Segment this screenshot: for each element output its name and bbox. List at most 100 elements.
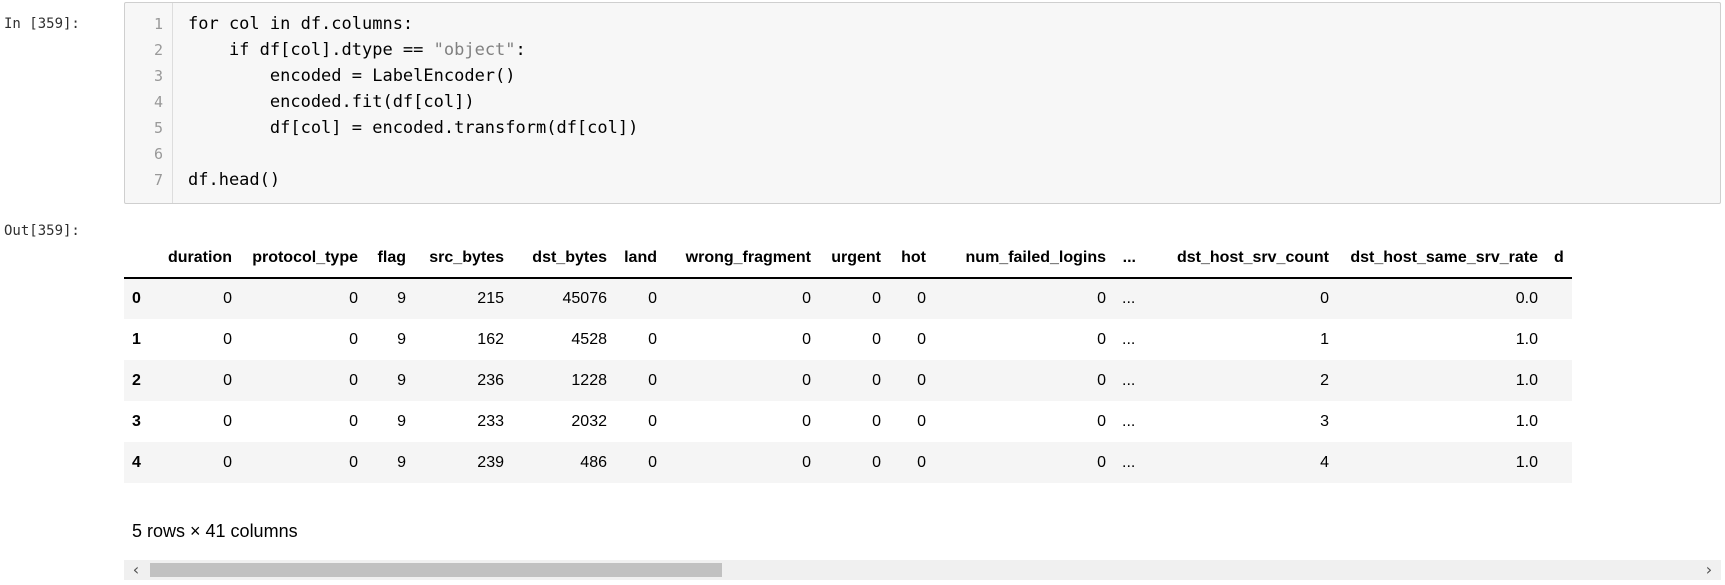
scrollbar-thumb[interactable] — [150, 563, 722, 577]
column-header: num_failed_logins — [934, 238, 1114, 279]
table-cell: 0 — [917, 290, 926, 307]
table-cell — [1546, 319, 1572, 360]
table-cell: 2 — [1320, 371, 1329, 389]
column-header — [124, 238, 154, 279]
table-cell: 0 — [648, 371, 657, 389]
table-cell: 0 — [349, 290, 358, 307]
code-line: encoded = LabelEncoder() — [188, 66, 516, 86]
table-cell: 2032 — [571, 412, 607, 430]
code-cell-input[interactable]: 1 2 3 4 5 6 7 for col in df.columns: if … — [124, 2, 1721, 204]
code-line: df.head() — [188, 170, 281, 190]
table-cell: 4 — [1320, 453, 1329, 471]
table-cell: 0 — [917, 371, 926, 389]
table-cell: 1228 — [571, 371, 607, 389]
table-cell: 9 — [397, 412, 406, 430]
line-number: 6 — [153, 145, 163, 163]
table-cell: 0 — [1320, 290, 1329, 307]
row-index: 3 — [132, 412, 141, 430]
table-cell: 0.0 — [1515, 290, 1538, 307]
table-cell: 0 — [648, 330, 657, 348]
dataframe-shape-text: 5 rows × 41 columns — [132, 521, 298, 541]
table-cell: 0 — [223, 330, 232, 348]
column-header: wrong_fragment — [665, 238, 819, 279]
dataframe-table: duration protocol_type flag src_bytes ds… — [124, 238, 1572, 483]
table-cell: 1 — [1320, 330, 1329, 348]
table-cell: 0 — [223, 290, 232, 307]
table-cell: 4528 — [571, 330, 607, 348]
table-cell: 0 — [872, 330, 881, 348]
table-cell: 1.0 — [1515, 330, 1538, 348]
line-number-gutter: 1 2 3 4 5 6 7 — [125, 3, 173, 203]
table-cell: 0 — [802, 290, 811, 307]
table-cell: 233 — [477, 412, 504, 430]
table-cell: 0 — [917, 330, 926, 348]
table-cell: 9 — [397, 330, 406, 348]
table-cell: 0 — [1097, 330, 1106, 348]
column-header: src_bytes — [414, 238, 512, 279]
table-cell: 0 — [648, 290, 657, 307]
table-cell: 0 — [349, 330, 358, 348]
column-header: hot — [889, 238, 934, 279]
table-cell: 0 — [1097, 453, 1106, 471]
code-text: if df[col].dtype == — [188, 40, 434, 60]
column-header: duration — [154, 238, 240, 279]
line-number: 2 — [153, 41, 163, 59]
table-cell — [1546, 401, 1572, 442]
table-cell: 45076 — [562, 290, 608, 307]
table-cell: 0 — [648, 453, 657, 471]
column-header: dst_bytes — [512, 238, 615, 279]
table-cell: 9 — [397, 371, 406, 389]
column-header: ... — [1114, 238, 1144, 279]
table-cell: 0 — [802, 412, 811, 430]
code-line: encoded.fit(df[col]) — [188, 92, 475, 112]
input-prompt: In [359]: — [4, 16, 80, 32]
code-text: : — [515, 40, 526, 60]
table-cell: 0 — [872, 290, 881, 307]
code-line: if df[col].dtype == "object": — [188, 37, 526, 63]
table-cell: 236 — [477, 371, 504, 389]
line-number: 1 — [153, 15, 163, 33]
column-header: dst_host_srv_count — [1144, 238, 1337, 279]
table-cell: 0 — [802, 371, 811, 389]
table-cell: 0 — [349, 371, 358, 389]
row-index: 0 — [132, 290, 141, 307]
table-cell: 0 — [223, 412, 232, 430]
line-number: 4 — [153, 93, 163, 111]
column-header: d — [1546, 238, 1572, 279]
horizontal-scrollbar[interactable]: ‹ › — [124, 560, 1721, 580]
table-cell: 1.0 — [1515, 412, 1538, 430]
ellipsis-cell: ... — [1122, 453, 1136, 471]
code-line: for col in df.columns: — [188, 14, 414, 34]
table-cell: 1.0 — [1515, 453, 1538, 471]
table-cell: 0 — [1097, 290, 1106, 307]
table-cell: 0 — [1097, 412, 1106, 430]
table-cell: 0 — [349, 453, 358, 471]
table-cell: 0 — [802, 330, 811, 348]
table-cell: 0 — [802, 453, 811, 471]
line-number: 5 — [153, 119, 163, 137]
line-number: 3 — [153, 67, 163, 85]
table-cell: 162 — [477, 330, 504, 348]
row-index: 2 — [132, 371, 141, 389]
table-cell: 1.0 — [1515, 371, 1538, 389]
table-cell: 0 — [648, 412, 657, 430]
table-cell: 215 — [477, 290, 504, 307]
table-row: 3 0 0 9 233 2032 0 0 0 0 0 ... 3 1.0 — [124, 401, 1572, 442]
scroll-left-icon[interactable]: ‹ — [126, 560, 146, 580]
table-cell — [1546, 442, 1572, 483]
ellipsis-cell: ... — [1122, 290, 1136, 307]
table-cell: 0 — [1097, 371, 1106, 389]
table-row: 0 0 0 9 215 45076 0 0 0 0 0 ... 0 0.0 — [124, 278, 1572, 319]
output-prompt: Out[359]: — [4, 223, 80, 239]
table-cell — [1546, 278, 1572, 319]
ellipsis-cell: ... — [1122, 330, 1136, 348]
row-index: 1 — [132, 330, 141, 348]
scroll-right-icon[interactable]: › — [1699, 560, 1719, 580]
table-row: 4 0 0 9 239 486 0 0 0 0 0 ... 4 1.0 — [124, 442, 1572, 483]
table-cell: 486 — [580, 453, 607, 471]
ellipsis-cell: ... — [1122, 412, 1136, 430]
column-header: urgent — [819, 238, 889, 279]
table-cell: 0 — [917, 412, 926, 430]
table-cell: 3 — [1320, 412, 1329, 430]
ellipsis-cell: ... — [1122, 371, 1136, 389]
